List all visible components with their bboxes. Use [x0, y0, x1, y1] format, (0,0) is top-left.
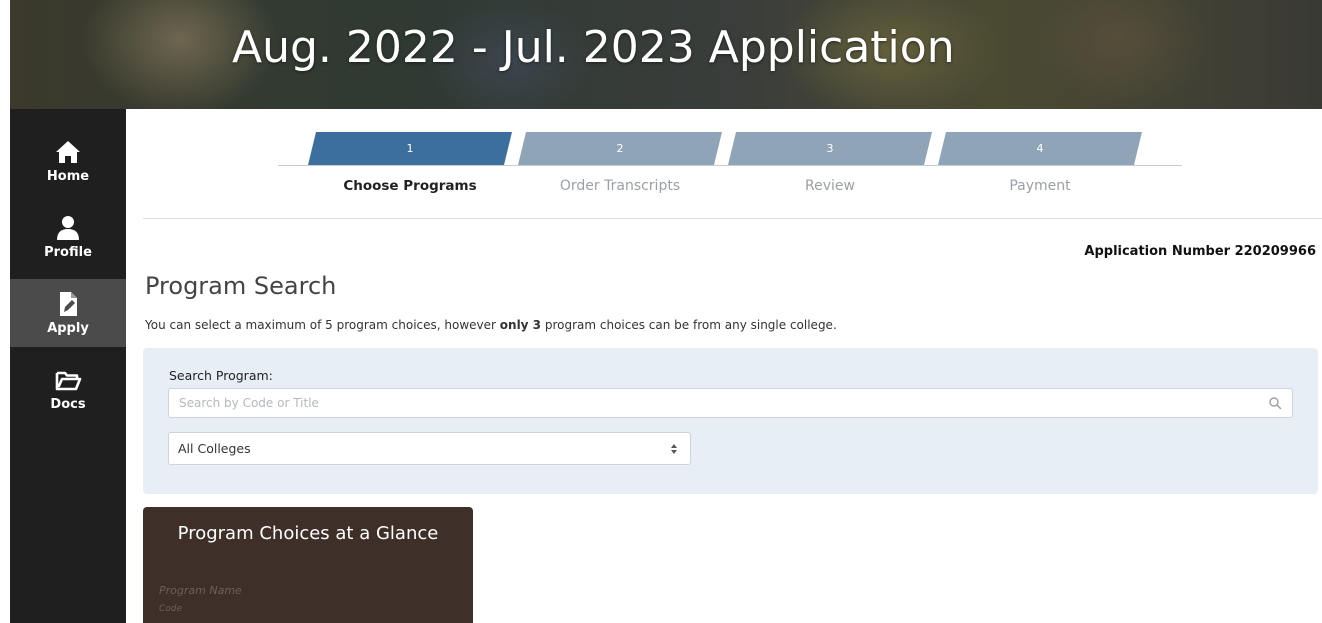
program-choices-card: Program Choices at a Glance Program Name…	[143, 507, 473, 623]
user-icon	[57, 216, 79, 240]
search-program-label: Search Program:	[169, 368, 273, 383]
search-box	[168, 388, 1293, 418]
step-1-label[interactable]: Choose Programs	[300, 178, 520, 194]
program-limit-notice: You can select a maximum of 5 program ch…	[145, 318, 837, 332]
sidebar-item-home[interactable]: Home	[10, 127, 126, 195]
select-arrows-icon	[671, 444, 677, 454]
sidebar-item-label: Home	[46, 169, 90, 184]
step-2-label[interactable]: Order Transcripts	[510, 178, 730, 194]
step-4-tab[interactable]: 4	[938, 132, 1142, 165]
sidebar-item-profile[interactable]: Profile	[10, 203, 126, 271]
program-code-placeholder: Code	[159, 604, 183, 614]
sidebar-item-label: Docs	[50, 397, 86, 412]
step-number: 1	[406, 142, 414, 155]
home-icon	[56, 141, 80, 163]
card-title: Program Choices at a Glance	[177, 523, 439, 544]
step-4-label[interactable]: Payment	[930, 178, 1150, 194]
step-number: 4	[1036, 142, 1044, 155]
step-number: 3	[826, 142, 834, 155]
sidebar-item-docs[interactable]: Docs	[10, 355, 126, 423]
header-banner: Aug. 2022 - Jul. 2023 Application	[10, 0, 1322, 109]
college-select-value: All Colleges	[178, 441, 251, 456]
step-3-label[interactable]: Review	[720, 178, 940, 194]
progress-steps: 1 2 3 4 Choose Programs Order Transcript…	[278, 128, 1188, 210]
sidebar-item-label: Profile	[44, 245, 92, 260]
sidebar: Home Profile Apply Docs	[10, 109, 126, 623]
notice-emphasis: only 3	[499, 318, 542, 332]
step-1-tab[interactable]: 1	[308, 132, 512, 165]
folder-icon	[55, 371, 82, 391]
notice-text-end: program choices can be from any single c…	[541, 318, 837, 332]
notice-text-start: You can select a maximum of 5 program ch…	[145, 318, 500, 332]
sidebar-item-label: Apply	[47, 321, 89, 336]
step-3-tab[interactable]: 3	[728, 132, 932, 165]
edit-document-icon	[60, 292, 77, 316]
page-title: Program Search	[145, 272, 337, 300]
step-number: 2	[616, 142, 624, 155]
college-select[interactable]: All Colleges	[168, 432, 691, 465]
application-number: Application Number 220209966	[1084, 244, 1316, 259]
steps-baseline	[278, 165, 1182, 166]
program-search-panel: Search Program: All Colleges	[143, 348, 1318, 494]
search-input[interactable]	[169, 389, 1269, 417]
step-2-tab[interactable]: 2	[518, 132, 722, 165]
sidebar-item-apply[interactable]: Apply	[10, 279, 126, 347]
program-name-placeholder: Program Name	[159, 584, 242, 597]
application-title: Aug. 2022 - Jul. 2023 Application	[232, 22, 955, 73]
section-divider	[143, 218, 1322, 219]
search-icon[interactable]	[1268, 396, 1282, 410]
